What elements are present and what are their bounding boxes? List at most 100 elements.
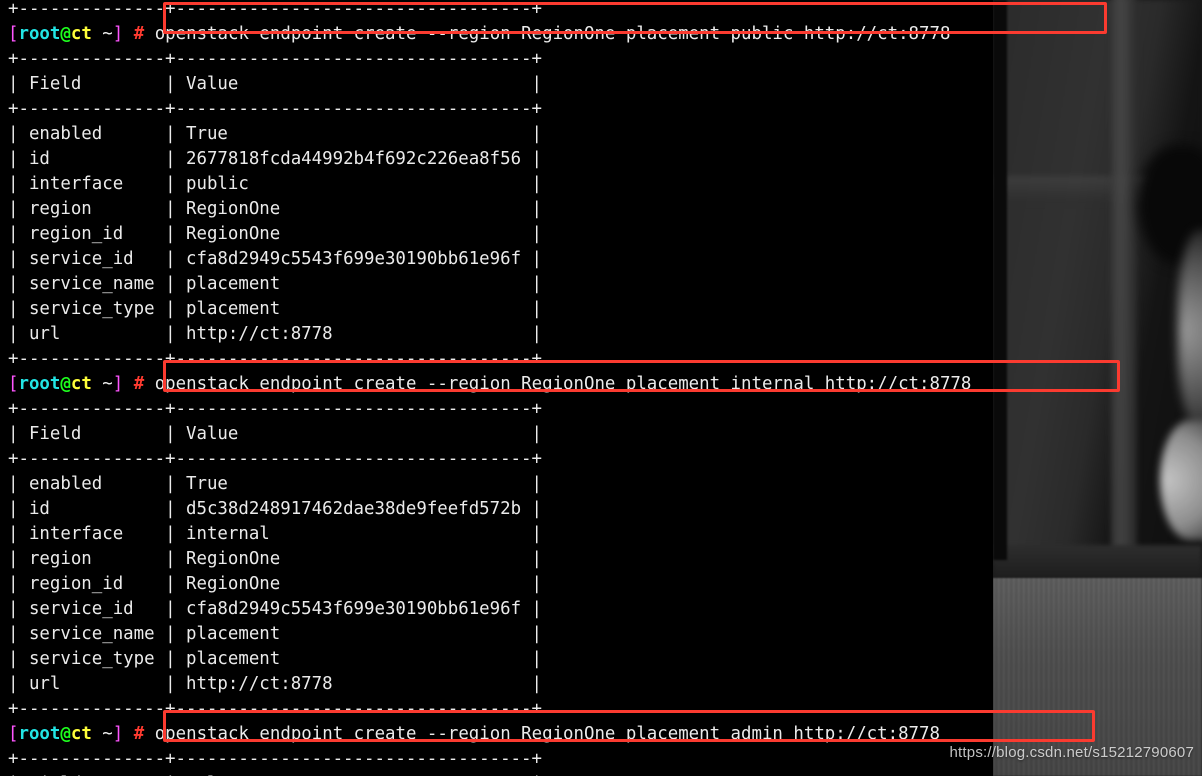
table-cell-value: 2677818fcda44992b4f692c226ea8f56 xyxy=(186,149,522,169)
command-text: openstack endpoint create --region Regio… xyxy=(154,724,940,744)
terminal-screenshot: +--------------+------------------------… xyxy=(0,0,1202,776)
terminal-window[interactable]: +--------------+------------------------… xyxy=(0,0,1202,776)
table-cell-field: interface xyxy=(28,524,155,544)
table-row: | region_id | RegionOne | xyxy=(8,224,543,244)
prompt-host: ct xyxy=(70,24,92,44)
table-cell-field: service_id xyxy=(28,599,155,619)
table-row: | region | RegionOne | xyxy=(8,549,543,569)
table-cell-value: RegionOne xyxy=(186,199,522,219)
table-cell-value: RegionOne xyxy=(186,224,522,244)
prompt-close-bracket: ] xyxy=(112,724,124,744)
table-1-bottom-rule: +--------------+------------------------… xyxy=(8,349,542,369)
table-1-header-row: | Field | Value | xyxy=(8,74,543,94)
table-cell-value: RegionOne xyxy=(186,549,522,569)
prompt-hash: # xyxy=(133,24,145,44)
table-cell-value: Value xyxy=(186,424,522,444)
prompt-open-bracket: [ xyxy=(8,374,19,394)
prompt-user: root xyxy=(18,374,61,394)
table-cell-value: cfa8d2949c5543f699e30190bb61e96f xyxy=(186,249,522,269)
table-row: | interface | internal | xyxy=(8,524,543,544)
command-line-internal[interactable]: [root@ct ~] # openstack endpoint create … xyxy=(8,372,971,397)
table-row: | enabled | True | xyxy=(8,474,543,494)
table-row: | region_id | RegionOne | xyxy=(8,574,543,594)
prompt-hash: # xyxy=(133,374,145,394)
table-row: | url | http://ct:8778 | xyxy=(8,324,543,344)
table-row: | region | RegionOne | xyxy=(8,199,543,219)
table-1-top-rule: +--------------+------------------------… xyxy=(8,49,542,69)
table-2-header-row: | Field | Value | xyxy=(8,424,543,444)
command-line-public[interactable]: [root@ct ~] # openstack endpoint create … xyxy=(8,22,971,47)
table-cell-field: region xyxy=(28,549,155,569)
table-row: | service_type | placement | xyxy=(8,299,543,319)
prompt-path: ~ xyxy=(91,724,113,744)
table-2-bottom-rule: +--------------+------------------------… xyxy=(8,699,542,719)
table-cell-field: Field xyxy=(28,424,155,444)
table-cell-value: http://ct:8778 xyxy=(186,674,522,694)
prompt-at-sign: @ xyxy=(60,24,71,44)
table-cell-field: enabled xyxy=(28,474,155,494)
table-0-clipped-bottom-rule: +--------------+------------------------… xyxy=(8,0,542,19)
table-cell-field: service_name xyxy=(28,624,155,644)
prompt-path: ~ xyxy=(91,24,113,44)
table-cell-value: True xyxy=(186,474,522,494)
prompt-open-bracket: [ xyxy=(8,724,19,744)
table-row: | id | 2677818fcda44992b4f692c226ea8f56 … xyxy=(8,149,543,169)
prompt-hash: # xyxy=(133,724,145,744)
table-row: | url | http://ct:8778 | xyxy=(8,674,543,694)
prompt-at-sign: @ xyxy=(60,724,71,744)
table-row: | enabled | True | xyxy=(8,124,543,144)
table-cell-field: id xyxy=(28,499,155,519)
table-cell-field: service_type xyxy=(28,299,155,319)
table-row: | service_id | cfa8d2949c5543f699e30190b… xyxy=(8,599,543,619)
table-cell-value: http://ct:8778 xyxy=(186,324,522,344)
table-cell-value: placement xyxy=(186,624,522,644)
table-cell-field: region_id xyxy=(28,574,155,594)
table-cell-field: service_name xyxy=(28,274,155,294)
prompt-user: root xyxy=(18,24,61,44)
table-cell-value: RegionOne xyxy=(186,574,522,594)
prompt-close-bracket: ] xyxy=(112,374,124,394)
table-cell-field: id xyxy=(28,149,155,169)
table-cell-field: Field xyxy=(28,74,155,94)
table-cell-value: Value xyxy=(186,74,522,94)
table-row: | id | d5c38d248917462dae38de9feefd572b … xyxy=(8,499,543,519)
csdn-watermark: https://blog.csdn.net/s15212790607 xyxy=(949,744,1194,761)
table-cell-value: placement xyxy=(186,649,522,669)
prompt-user: root xyxy=(18,724,61,744)
table-row: | service_id | cfa8d2949c5543f699e30190b… xyxy=(8,249,543,269)
command-text: openstack endpoint create --region Regio… xyxy=(154,374,972,394)
terminal-output[interactable]: +--------------+------------------------… xyxy=(8,0,971,776)
prompt-open-bracket: [ xyxy=(8,24,19,44)
table-row: | interface | public | xyxy=(8,174,543,194)
table-cell-value: True xyxy=(186,124,522,144)
table-row: | service_type | placement | xyxy=(8,649,543,669)
prompt-host: ct xyxy=(70,724,92,744)
table-cell-field: url xyxy=(28,674,155,694)
prompt-close-bracket: ] xyxy=(112,24,124,44)
table-cell-field: enabled xyxy=(28,124,155,144)
table-3-top-rule: +--------------+------------------------… xyxy=(8,749,542,769)
table-cell-value: placement xyxy=(186,299,522,319)
command-line-admin[interactable]: [root@ct ~] # openstack endpoint create … xyxy=(8,722,971,747)
table-row: | service_name | placement | xyxy=(8,624,543,644)
table-cell-field: service_id xyxy=(28,249,155,269)
table-1-header-rule: +--------------+------------------------… xyxy=(8,99,542,119)
table-row: | service_name | placement | xyxy=(8,274,543,294)
table-3-header-row: | Field | Value | xyxy=(8,772,971,776)
table-cell-value: public xyxy=(186,174,522,194)
table-cell-field: interface xyxy=(28,174,155,194)
command-text: openstack endpoint create --region Regio… xyxy=(154,24,951,44)
prompt-at-sign: @ xyxy=(60,374,71,394)
table-cell-field: service_type xyxy=(28,649,155,669)
table-cell-value: internal xyxy=(186,524,522,544)
table-cell-field: region_id xyxy=(28,224,155,244)
table-cell-field: region xyxy=(28,199,155,219)
table-2-header-rule: +--------------+------------------------… xyxy=(8,449,542,469)
table-cell-field: url xyxy=(28,324,155,344)
table-cell-value: placement xyxy=(186,274,522,294)
table-cell-value: d5c38d248917462dae38de9feefd572b xyxy=(186,499,522,519)
table-cell-value: cfa8d2949c5543f699e30190bb61e96f xyxy=(186,599,522,619)
prompt-host: ct xyxy=(70,374,92,394)
prompt-path: ~ xyxy=(91,374,113,394)
table-2-top-rule: +--------------+------------------------… xyxy=(8,399,542,419)
